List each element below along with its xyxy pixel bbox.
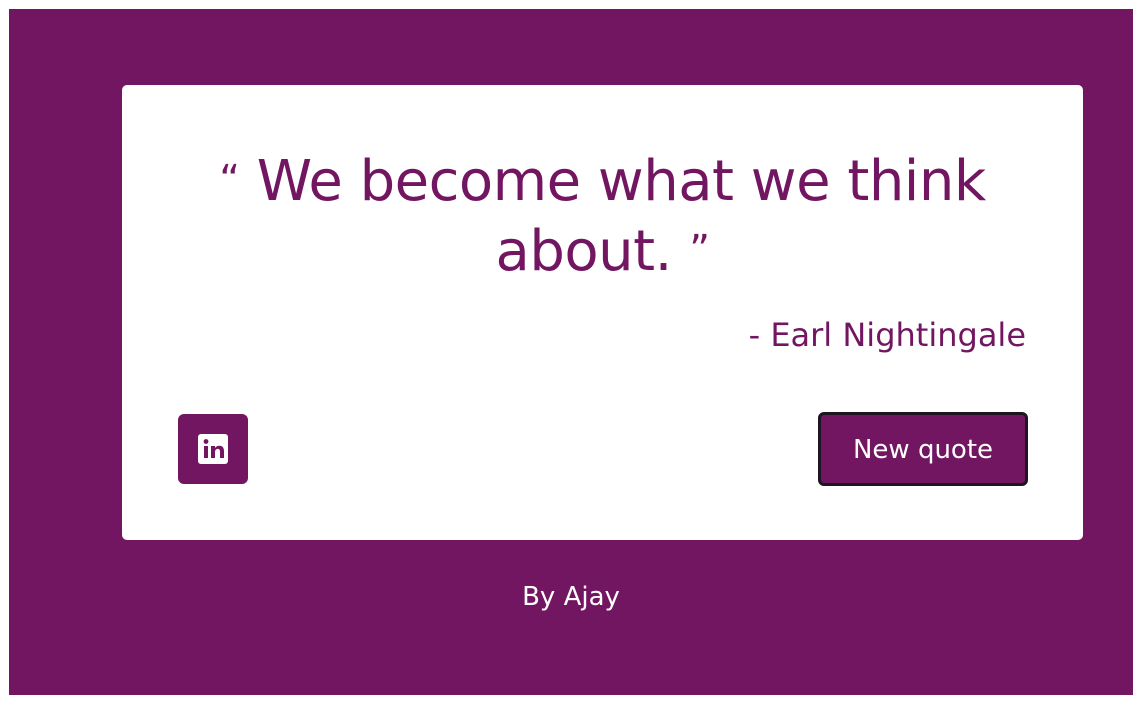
quote-author: - Earl Nightingale [748,316,1026,354]
quote-text: “ We become what we think about. ” [182,147,1023,287]
quote-body: We become what we think about. [256,149,987,284]
open-quote-mark: “ [219,157,240,203]
quote-card: “ We become what we think about. ” - Ear… [122,85,1083,540]
footer-credit: By Ajay [522,582,620,612]
linkedin-share-button[interactable] [178,414,248,484]
close-quote-mark: ” [689,227,710,273]
new-quote-button[interactable]: New quote [818,412,1028,486]
linkedin-icon [198,434,228,464]
